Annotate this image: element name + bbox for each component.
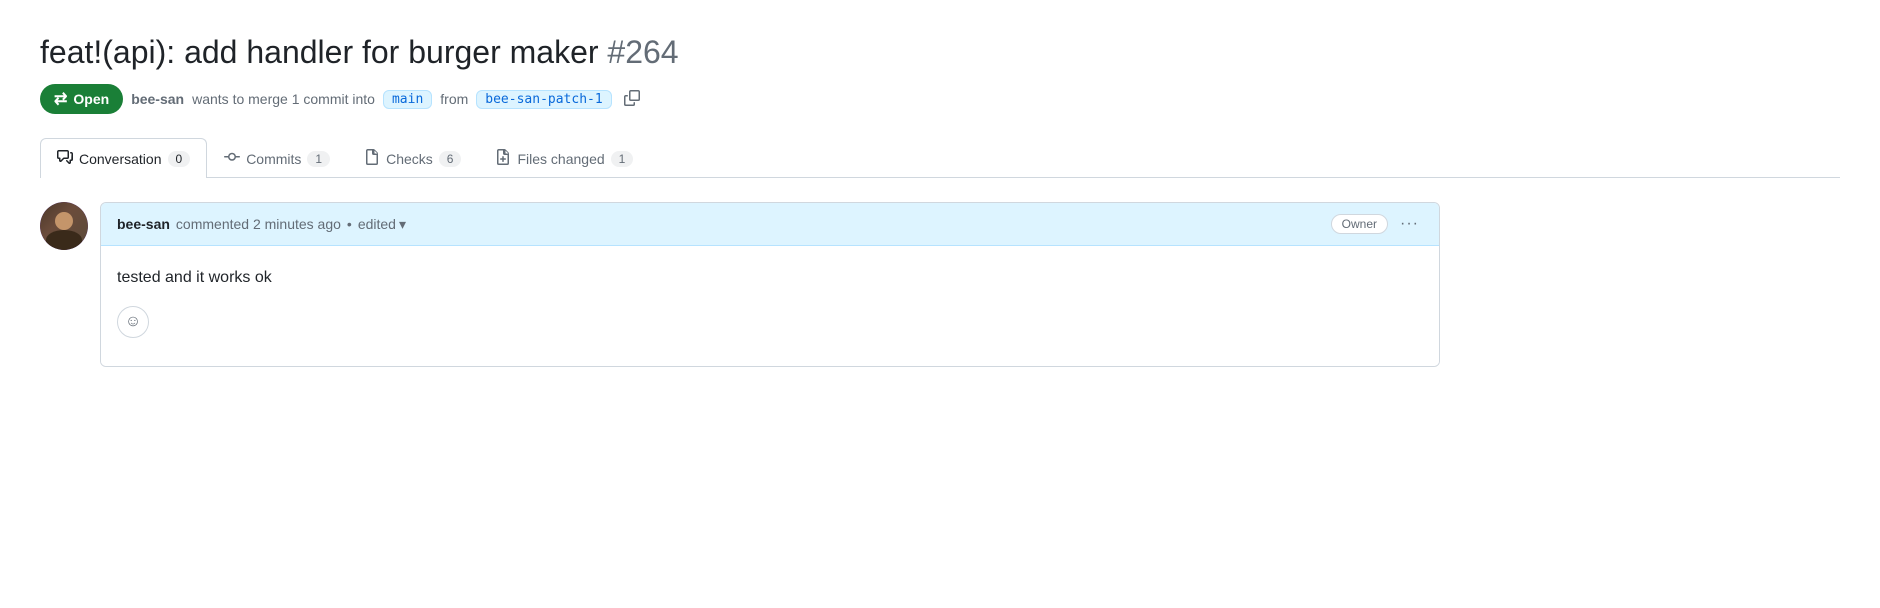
edited-dropdown[interactable]: edited ▾	[358, 216, 406, 233]
add-reaction-button[interactable]: ☺	[117, 306, 149, 338]
merge-icon: ⇄	[54, 89, 67, 109]
comment-header-right: Owner ···	[1331, 213, 1423, 235]
pr-title-text: feat!(api): add handler for burger maker	[40, 34, 599, 70]
conversation-icon	[57, 149, 73, 168]
files-changed-icon	[495, 149, 511, 168]
base-branch-tag[interactable]: main	[383, 90, 432, 109]
pr-number: #264	[607, 34, 678, 70]
comment-meta: commented 2 minutes ago	[176, 216, 341, 232]
tab-conversation-count: 0	[168, 151, 191, 167]
author-name[interactable]: bee-san	[131, 91, 184, 107]
pr-author: bee-san	[131, 91, 184, 107]
pr-tabs: Conversation 0 Commits 1 Checks 6 Files …	[40, 138, 1840, 178]
tab-commits[interactable]: Commits 1	[207, 138, 347, 178]
status-label: Open	[73, 91, 109, 107]
edited-label: edited	[358, 216, 396, 232]
copy-branch-button[interactable]	[620, 88, 644, 111]
head-branch-tag[interactable]: bee-san-patch-1	[476, 90, 611, 109]
tab-conversation-label: Conversation	[79, 151, 162, 167]
smiley-icon: ☺	[125, 313, 141, 331]
tab-files-changed[interactable]: Files changed 1	[478, 138, 650, 178]
pr-title: feat!(api): add handler for burger maker…	[40, 32, 1840, 72]
comment-text: tested and it works ok	[117, 266, 1423, 290]
tab-checks[interactable]: Checks 6	[347, 138, 478, 178]
commits-icon	[224, 149, 240, 168]
checks-icon	[364, 149, 380, 168]
comment-box: bee-san commented 2 minutes ago • edited…	[100, 202, 1440, 367]
tab-checks-label: Checks	[386, 151, 433, 167]
chevron-down-icon: ▾	[399, 216, 406, 233]
comment-author[interactable]: bee-san	[117, 216, 170, 232]
avatar	[40, 202, 88, 250]
tab-files-changed-label: Files changed	[517, 151, 604, 167]
more-options-button[interactable]: ···	[1396, 213, 1423, 235]
tab-files-changed-count: 1	[611, 151, 634, 167]
owner-badge: Owner	[1331, 214, 1388, 234]
comment-body: tested and it works ok ☺	[101, 246, 1439, 366]
meta-text: wants to merge 1 commit into	[192, 91, 375, 107]
comment-header-left: bee-san commented 2 minutes ago • edited…	[117, 216, 406, 233]
tab-commits-label: Commits	[246, 151, 301, 167]
tab-conversation[interactable]: Conversation 0	[40, 138, 207, 178]
comment-header: bee-san commented 2 minutes ago • edited…	[101, 203, 1439, 246]
comment-thread: bee-san commented 2 minutes ago • edited…	[40, 202, 1440, 367]
pr-status-badge: ⇄ Open	[40, 84, 123, 114]
pr-meta: ⇄ Open bee-san wants to merge 1 commit i…	[40, 84, 1840, 114]
tab-checks-count: 6	[439, 151, 462, 167]
tab-commits-count: 1	[307, 151, 330, 167]
avatar-image	[40, 202, 88, 250]
